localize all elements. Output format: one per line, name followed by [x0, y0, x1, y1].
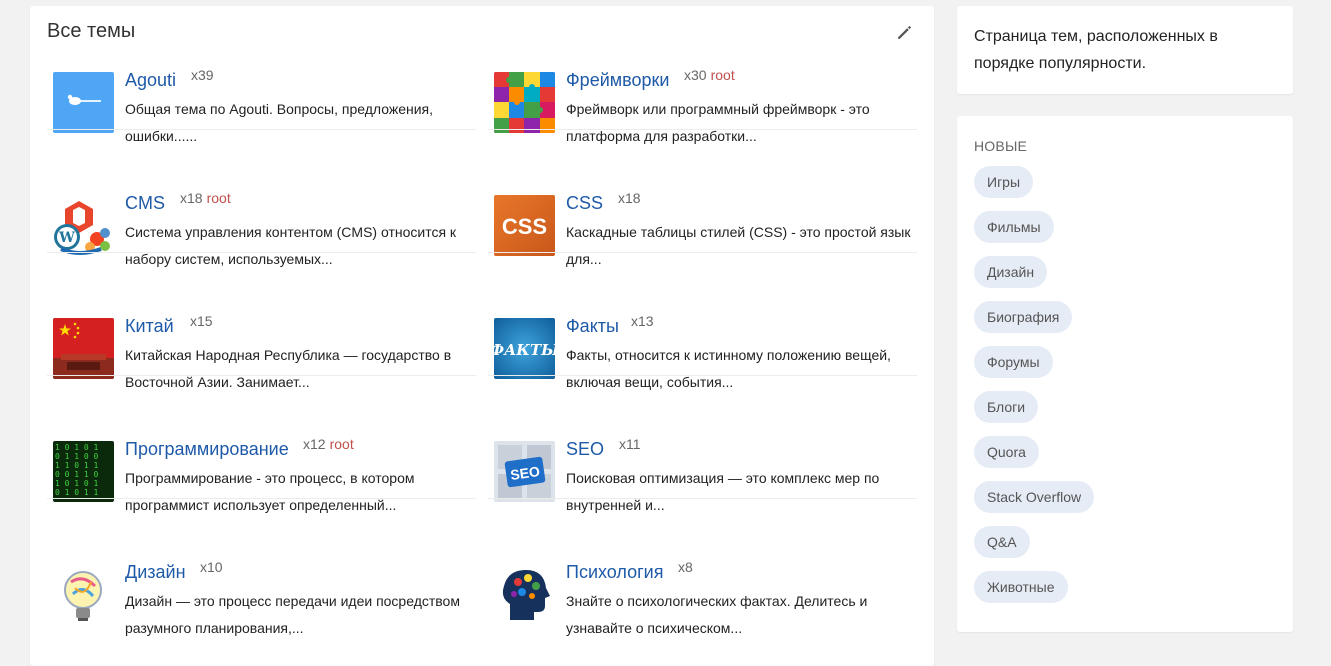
info-card: Страница тем, расположенных в порядке по… [957, 6, 1293, 94]
new-topics-card: НОВЫЕ Игры Фильмы Дизайн Биография Форум… [957, 116, 1293, 632]
china-flag-icon[interactable] [53, 318, 114, 379]
svg-text:ФАКТЫ: ФАКТЫ [494, 341, 555, 359]
topic-count: x10 [200, 559, 223, 575]
topic-meta: x13 [631, 313, 658, 329]
topic-count: x30 [684, 67, 707, 83]
topic-meta: x11 [619, 436, 645, 452]
cms-logos-icon[interactable]: W [53, 195, 114, 256]
lightbulb-icon[interactable] [53, 564, 114, 625]
topic-meta: x30 root [684, 67, 735, 83]
topic-meta: x10 [200, 559, 227, 575]
topic-meta: x18 [618, 190, 645, 206]
topic-count: x15 [190, 313, 213, 329]
topic-count: x13 [631, 313, 654, 329]
tag-pill[interactable]: Q&A [974, 526, 1030, 558]
topic-count: x11 [619, 436, 641, 452]
topic-meta: x8 [678, 559, 697, 575]
topic-count: x18 [618, 190, 641, 206]
svg-text:0 1 0 1 1: 0 1 0 1 1 [55, 488, 99, 497]
svg-text:1 0 1 0 1: 1 0 1 0 1 [55, 479, 99, 488]
topic-link[interactable]: Программирование [125, 439, 289, 460]
root-badge: root [710, 67, 735, 83]
seo-puzzle-icon[interactable]: SEO [494, 441, 555, 502]
svg-text:1 0 1 0 1: 1 0 1 0 1 [55, 443, 99, 452]
tag-pill[interactable]: Животные [974, 571, 1068, 603]
topic-item: W CMS x18 root Система управления контент… [47, 129, 476, 267]
tag-pill[interactable]: Quora [974, 436, 1039, 468]
topic-meta: x15 [190, 313, 217, 329]
svg-text:W: W [58, 230, 75, 246]
tag-pill[interactable]: Игры [974, 166, 1034, 198]
topic-link[interactable]: Психология [566, 562, 664, 583]
topic-description: Знайте о психологических фактах. Делитес… [566, 593, 868, 636]
facts-icon[interactable]: ФАКТЫ [494, 318, 555, 379]
topic-link[interactable]: Китай [125, 316, 174, 337]
topic-link[interactable]: Дизайн [125, 562, 186, 583]
topic-meta: x12 root [303, 436, 354, 452]
topic-item: Фреймворки x30 root Фреймворк или програм… [488, 6, 917, 144]
puzzle-icon[interactable] [494, 72, 555, 133]
agouti-logo-icon[interactable] [53, 72, 114, 133]
topic-item: Психология x8 Знайте о психологических ф… [488, 498, 917, 636]
topic-item: Agouti x39 Общая тема по Agouti. Вопросы… [47, 6, 476, 144]
topic-description: Дизайн — это процесс передачи идеи посре… [125, 593, 460, 636]
svg-text:CSS: CSS [502, 214, 547, 239]
tag-pill[interactable]: Дизайн [974, 256, 1048, 288]
head-brain-icon[interactable] [494, 564, 555, 625]
topic-link[interactable]: Фреймворки [566, 70, 669, 91]
topic-item: CSS CSS x18 Каскадные таблицы стилей (CS… [488, 129, 917, 267]
topic-meta: x39 [191, 67, 218, 83]
tag-pill[interactable]: Фильмы [974, 211, 1054, 243]
topic-item: Китай x15 Китайская Народная Республика … [47, 252, 476, 390]
root-badge: root [329, 436, 354, 452]
new-topics-heading: НОВЫЕ [974, 138, 1028, 154]
css-icon[interactable]: CSS [494, 195, 555, 256]
tag-pill[interactable]: Блоги [974, 391, 1039, 423]
topic-count: x8 [678, 559, 693, 575]
tag-pill[interactable]: Биография [974, 301, 1073, 333]
tag-pill[interactable]: Форумы [974, 346, 1053, 378]
topic-item: SEO SEO x11 Поисковая оптимизация — это … [488, 375, 917, 513]
topic-link[interactable]: CMS [125, 193, 165, 214]
topic-link[interactable]: CSS [566, 193, 603, 214]
topic-item: Дизайн x10 Дизайн — это процесс передачи… [47, 498, 476, 636]
svg-text:1 1 0 1 1: 1 1 0 1 1 [55, 461, 99, 470]
topic-link[interactable]: Факты [566, 316, 619, 337]
info-text: Страница тем, расположенных в порядке по… [974, 28, 1218, 72]
tag-pill[interactable]: Stack Overflow [974, 481, 1095, 513]
topic-meta: x18 root [180, 190, 231, 206]
topic-item: ФАКТЫ Факты x13 Факты, относится к истин… [488, 252, 917, 390]
topic-count: x39 [191, 67, 214, 83]
topic-link[interactable]: SEO [566, 439, 604, 460]
root-badge: root [206, 190, 231, 206]
all-topics-card: Все темы Agouti x39 Общая тема по Agouti… [30, 6, 934, 666]
topic-count: x18 [180, 190, 203, 206]
topic-item: 1 0 1 0 10 1 1 0 0 1 1 0 1 10 0 1 1 0 1 … [47, 375, 476, 513]
topic-link[interactable]: Agouti [125, 70, 176, 91]
svg-text:0 0 1 1 0: 0 0 1 1 0 [55, 470, 99, 479]
svg-text:0 1 1 0 0: 0 1 1 0 0 [55, 452, 99, 461]
topic-count: x12 [303, 436, 326, 452]
code-matrix-icon[interactable]: 1 0 1 0 10 1 1 0 0 1 1 0 1 10 0 1 1 0 1 … [53, 441, 114, 502]
